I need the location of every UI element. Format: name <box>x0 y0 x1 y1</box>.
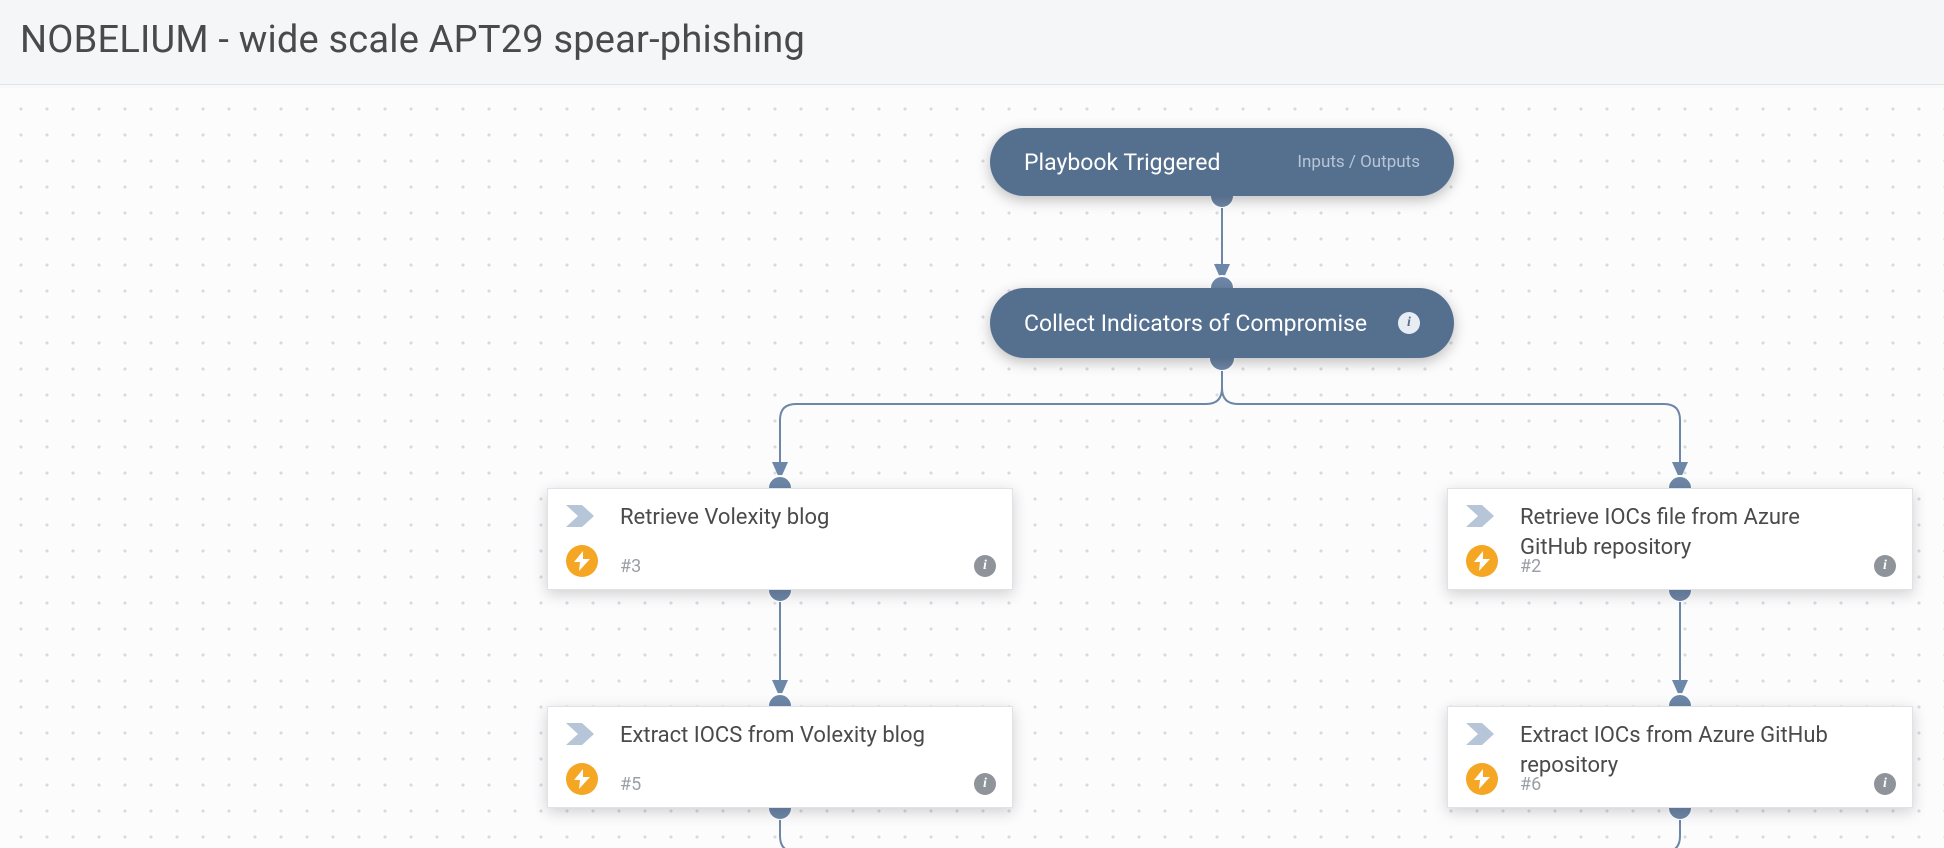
info-icon[interactable]: i <box>974 773 996 795</box>
chevron-icon <box>1466 723 1496 745</box>
chevron-icon <box>566 505 596 527</box>
node-retrieve-iocs-azure-github[interactable]: Retrieve IOCs file from Azure GitHub rep… <box>1447 488 1913 590</box>
node-index: #2 <box>1520 556 1541 577</box>
node-title: Retrieve IOCs file from Azure GitHub rep… <box>1520 503 1894 562</box>
info-icon[interactable]: i <box>1874 555 1896 577</box>
node-index: #3 <box>620 556 641 577</box>
node-title: Extract IOCs from Azure GitHub repositor… <box>1520 721 1894 780</box>
node-collect-iocs[interactable]: Collect Indicators of Compromise i <box>990 288 1454 358</box>
bolt-icon <box>1466 545 1498 577</box>
bolt-icon <box>566 763 598 795</box>
info-icon[interactable]: i <box>1398 312 1420 334</box>
chevron-icon <box>566 723 596 745</box>
node-retrieve-volexity-blog[interactable]: Retrieve Volexity blog #3 i <box>547 488 1013 590</box>
node-title: Collect Indicators of Compromise <box>1024 310 1367 337</box>
node-extract-iocs-azure-github[interactable]: Extract IOCs from Azure GitHub repositor… <box>1447 706 1913 808</box>
node-index: #5 <box>620 774 641 795</box>
page-header: NOBELIUM - wide scale APT29 spear-phishi… <box>0 0 1944 85</box>
workflow-canvas[interactable]: Playbook Triggered Inputs / Outputs Coll… <box>0 88 1944 848</box>
node-extract-iocs-volexity[interactable]: Extract IOCS from Volexity blog #5 i <box>547 706 1013 808</box>
node-title: Extract IOCS from Volexity blog <box>620 721 994 751</box>
bolt-icon <box>1466 763 1498 795</box>
node-title: Retrieve Volexity blog <box>620 503 994 533</box>
node-title: Playbook Triggered <box>1024 149 1220 176</box>
info-icon[interactable]: i <box>974 555 996 577</box>
node-playbook-triggered[interactable]: Playbook Triggered Inputs / Outputs <box>990 128 1454 196</box>
bolt-icon <box>566 545 598 577</box>
node-subtext: Inputs / Outputs <box>1297 152 1420 172</box>
node-index: #6 <box>1520 774 1541 795</box>
page-title: NOBELIUM - wide scale APT29 spear-phishi… <box>20 18 1924 62</box>
info-icon[interactable]: i <box>1874 773 1896 795</box>
chevron-icon <box>1466 505 1496 527</box>
